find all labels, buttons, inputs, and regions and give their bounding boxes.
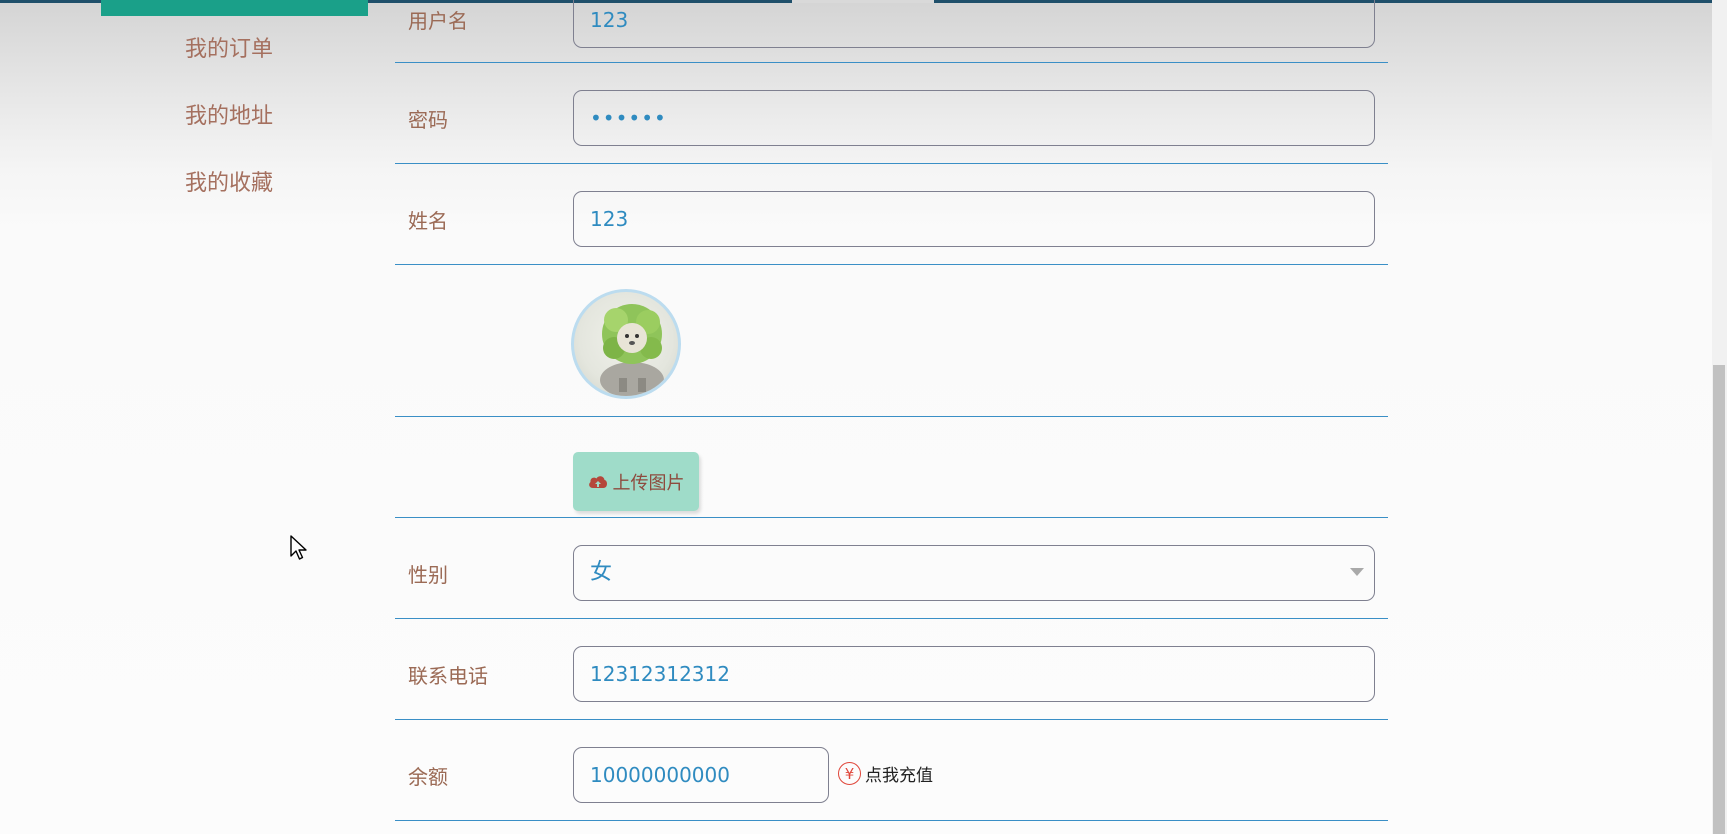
name-input[interactable] xyxy=(573,191,1375,247)
chevron-down-icon xyxy=(1350,568,1364,576)
gender-select-value: 女 xyxy=(590,560,613,585)
yen-icon: ¥ xyxy=(838,762,861,785)
upload-image-label: 上传图片 xyxy=(612,472,685,494)
avatar xyxy=(571,289,681,399)
phone-label: 联系电话 xyxy=(408,664,488,688)
scrollbar-thumb[interactable] xyxy=(1713,365,1725,834)
sidebar: 我的订单 我的地址 我的收藏 xyxy=(185,30,273,231)
phone-row: 联系电话 xyxy=(395,619,1388,720)
username-row: 用户名 xyxy=(395,0,1388,63)
sidebar-item-my-address[interactable]: 我的地址 xyxy=(185,97,273,164)
recharge-link[interactable]: ¥ 点我充值 xyxy=(838,761,933,786)
balance-row: 余额 ¥ 点我充值 xyxy=(395,720,1388,821)
password-input[interactable] xyxy=(573,90,1375,146)
gender-row: 性别 女 xyxy=(395,518,1388,619)
profile-form: 用户名 密码 姓名 xyxy=(395,0,1388,821)
gender-select[interactable]: 女 xyxy=(573,545,1375,601)
sidebar-item-my-favorites[interactable]: 我的收藏 xyxy=(185,164,273,231)
password-row: 密码 xyxy=(395,63,1388,164)
balance-input[interactable] xyxy=(573,747,829,803)
username-input[interactable] xyxy=(573,0,1375,48)
name-label: 姓名 xyxy=(408,209,448,233)
mouse-cursor-icon xyxy=(290,535,307,560)
recharge-label: 点我充值 xyxy=(865,766,933,786)
phone-input[interactable] xyxy=(573,646,1375,702)
name-row: 姓名 xyxy=(395,164,1388,265)
avatar-row xyxy=(395,265,1388,417)
cloud-upload-icon xyxy=(588,475,607,488)
upload-row: 上传图片 xyxy=(395,417,1388,518)
avatar-image xyxy=(600,304,664,396)
password-label: 密码 xyxy=(408,108,448,132)
active-nav-tab[interactable] xyxy=(101,0,368,16)
sidebar-item-my-orders[interactable]: 我的订单 xyxy=(185,30,273,97)
balance-label: 余额 xyxy=(408,765,448,789)
gender-label: 性别 xyxy=(408,563,448,587)
upload-image-button[interactable]: 上传图片 xyxy=(573,452,699,511)
username-label: 用户名 xyxy=(408,9,468,33)
